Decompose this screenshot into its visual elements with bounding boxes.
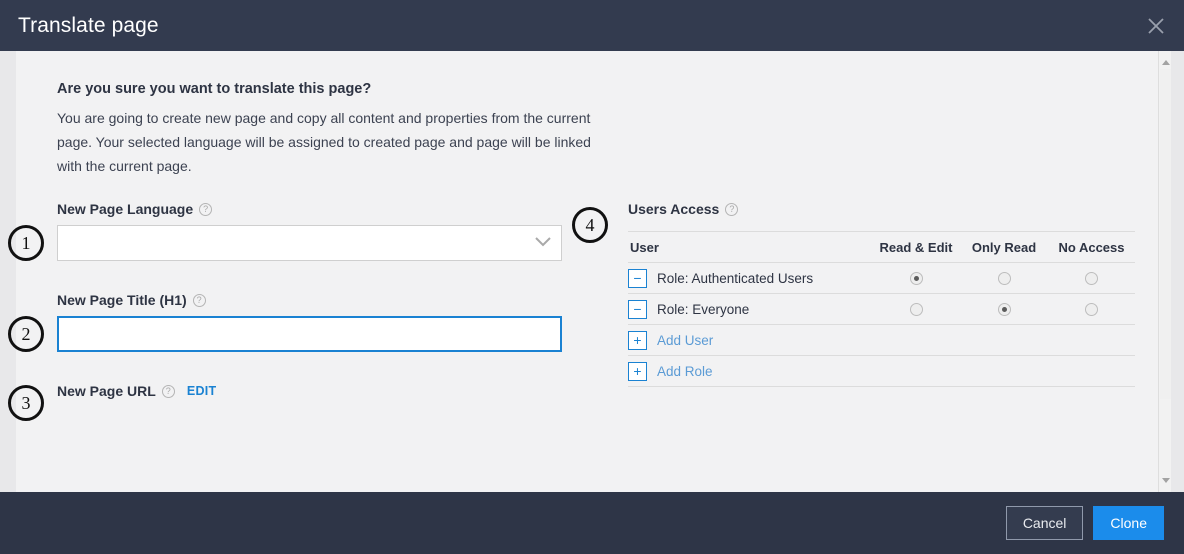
remove-row-button[interactable]: − — [628, 299, 647, 319]
table-row: − Role: Authenticated Users — [628, 262, 1135, 294]
radio-only-read[interactable] — [997, 303, 1011, 317]
scroll-down-arrow-icon[interactable] — [1159, 474, 1172, 487]
close-button[interactable] — [1128, 0, 1184, 51]
column-header-user: User — [628, 231, 872, 263]
field-new-page-url: New Page URL ? EDIT — [57, 383, 217, 399]
users-access-section: Users Access ? User Read & Edit Only Rea… — [628, 201, 1135, 387]
column-header-read-edit: Read & Edit — [872, 231, 960, 263]
radio-only-read[interactable] — [997, 272, 1011, 286]
intro-block: Are you sure you want to translate this … — [57, 81, 602, 178]
column-header-only-read: Only Read — [960, 231, 1048, 263]
clone-button[interactable]: Clone — [1093, 506, 1164, 540]
field-new-page-title: New Page Title (H1) ? — [57, 292, 562, 352]
vertical-scrollbar[interactable] — [1158, 51, 1171, 492]
page-title: Translate page — [18, 13, 159, 37]
add-role-cell: + Add Role — [628, 355, 1135, 387]
translate-page-modal: Translate page Are you sure you want to … — [0, 0, 1184, 554]
new-page-language-value — [58, 226, 561, 260]
label-new-page-url: New Page URL ? EDIT — [57, 383, 217, 399]
permission-cell-no-access — [1048, 293, 1135, 325]
radio-no-access[interactable] — [1085, 272, 1098, 286]
remove-row-button[interactable]: − — [628, 268, 647, 288]
user-role-label: Role: Everyone — [657, 301, 750, 317]
label-new-page-title: New Page Title (H1) ? — [57, 292, 562, 308]
permission-cell-only-read — [960, 262, 1048, 294]
permission-cell-only-read — [960, 293, 1048, 325]
new-page-title-input[interactable] — [57, 316, 562, 352]
label-text: New Page Language — [57, 201, 194, 217]
table-header-row: User Read & Edit Only Read No Access — [628, 231, 1135, 263]
scrollbar-thumb[interactable] — [1160, 69, 1171, 399]
modal-body: Are you sure you want to translate this … — [0, 51, 1184, 492]
radio-read-edit[interactable] — [909, 303, 923, 317]
confirm-description: You are going to create new page and cop… — [57, 110, 591, 174]
modal-header: Translate page — [0, 0, 1184, 51]
add-role-link[interactable]: Add Role — [657, 364, 713, 379]
permission-cell-read-edit — [872, 293, 960, 325]
new-page-language-select[interactable] — [57, 225, 562, 261]
radio-read-edit[interactable] — [909, 272, 923, 286]
help-icon[interactable]: ? — [161, 384, 175, 398]
field-new-page-language: New Page Language ? — [57, 201, 562, 261]
help-icon[interactable]: ? — [199, 202, 213, 216]
edit-url-link[interactable]: EDIT — [187, 384, 217, 398]
radio-no-access[interactable] — [1085, 303, 1098, 317]
users-access-table: User Read & Edit Only Read No Access − R… — [628, 231, 1135, 387]
chevron-down-icon[interactable] — [535, 237, 551, 247]
permission-cell-read-edit — [872, 262, 960, 294]
close-icon — [1148, 17, 1164, 34]
help-icon[interactable]: ? — [725, 202, 739, 216]
scroll-up-arrow-icon[interactable] — [1159, 56, 1172, 69]
add-role-button[interactable]: + — [628, 361, 647, 381]
user-cell: − Role: Everyone — [628, 293, 872, 325]
users-access-title: Users Access ? — [628, 201, 1135, 217]
cancel-button[interactable]: Cancel — [1005, 506, 1084, 540]
column-header-no-access: No Access — [1048, 231, 1135, 263]
modal-footer: Cancel Clone — [0, 492, 1184, 554]
confirm-heading: Are you sure you want to translate this … — [57, 81, 372, 97]
label-text: New Page URL — [57, 383, 156, 399]
user-role-label: Role: Authenticated Users — [657, 270, 814, 286]
add-user-button[interactable]: + — [628, 330, 647, 350]
add-user-row: + Add User — [628, 324, 1135, 356]
user-cell: − Role: Authenticated Users — [628, 262, 872, 294]
modal-body-content: Are you sure you want to translate this … — [16, 51, 1171, 492]
add-user-link[interactable]: Add User — [657, 333, 713, 348]
table-row: − Role: Everyone — [628, 293, 1135, 325]
help-icon[interactable]: ? — [192, 293, 206, 307]
label-text: Users Access — [628, 201, 720, 217]
add-user-cell: + Add User — [628, 324, 1135, 356]
label-new-page-language: New Page Language ? — [57, 201, 562, 217]
permission-cell-no-access — [1048, 262, 1135, 294]
label-text: New Page Title (H1) — [57, 292, 187, 308]
add-role-row: + Add Role — [628, 355, 1135, 387]
